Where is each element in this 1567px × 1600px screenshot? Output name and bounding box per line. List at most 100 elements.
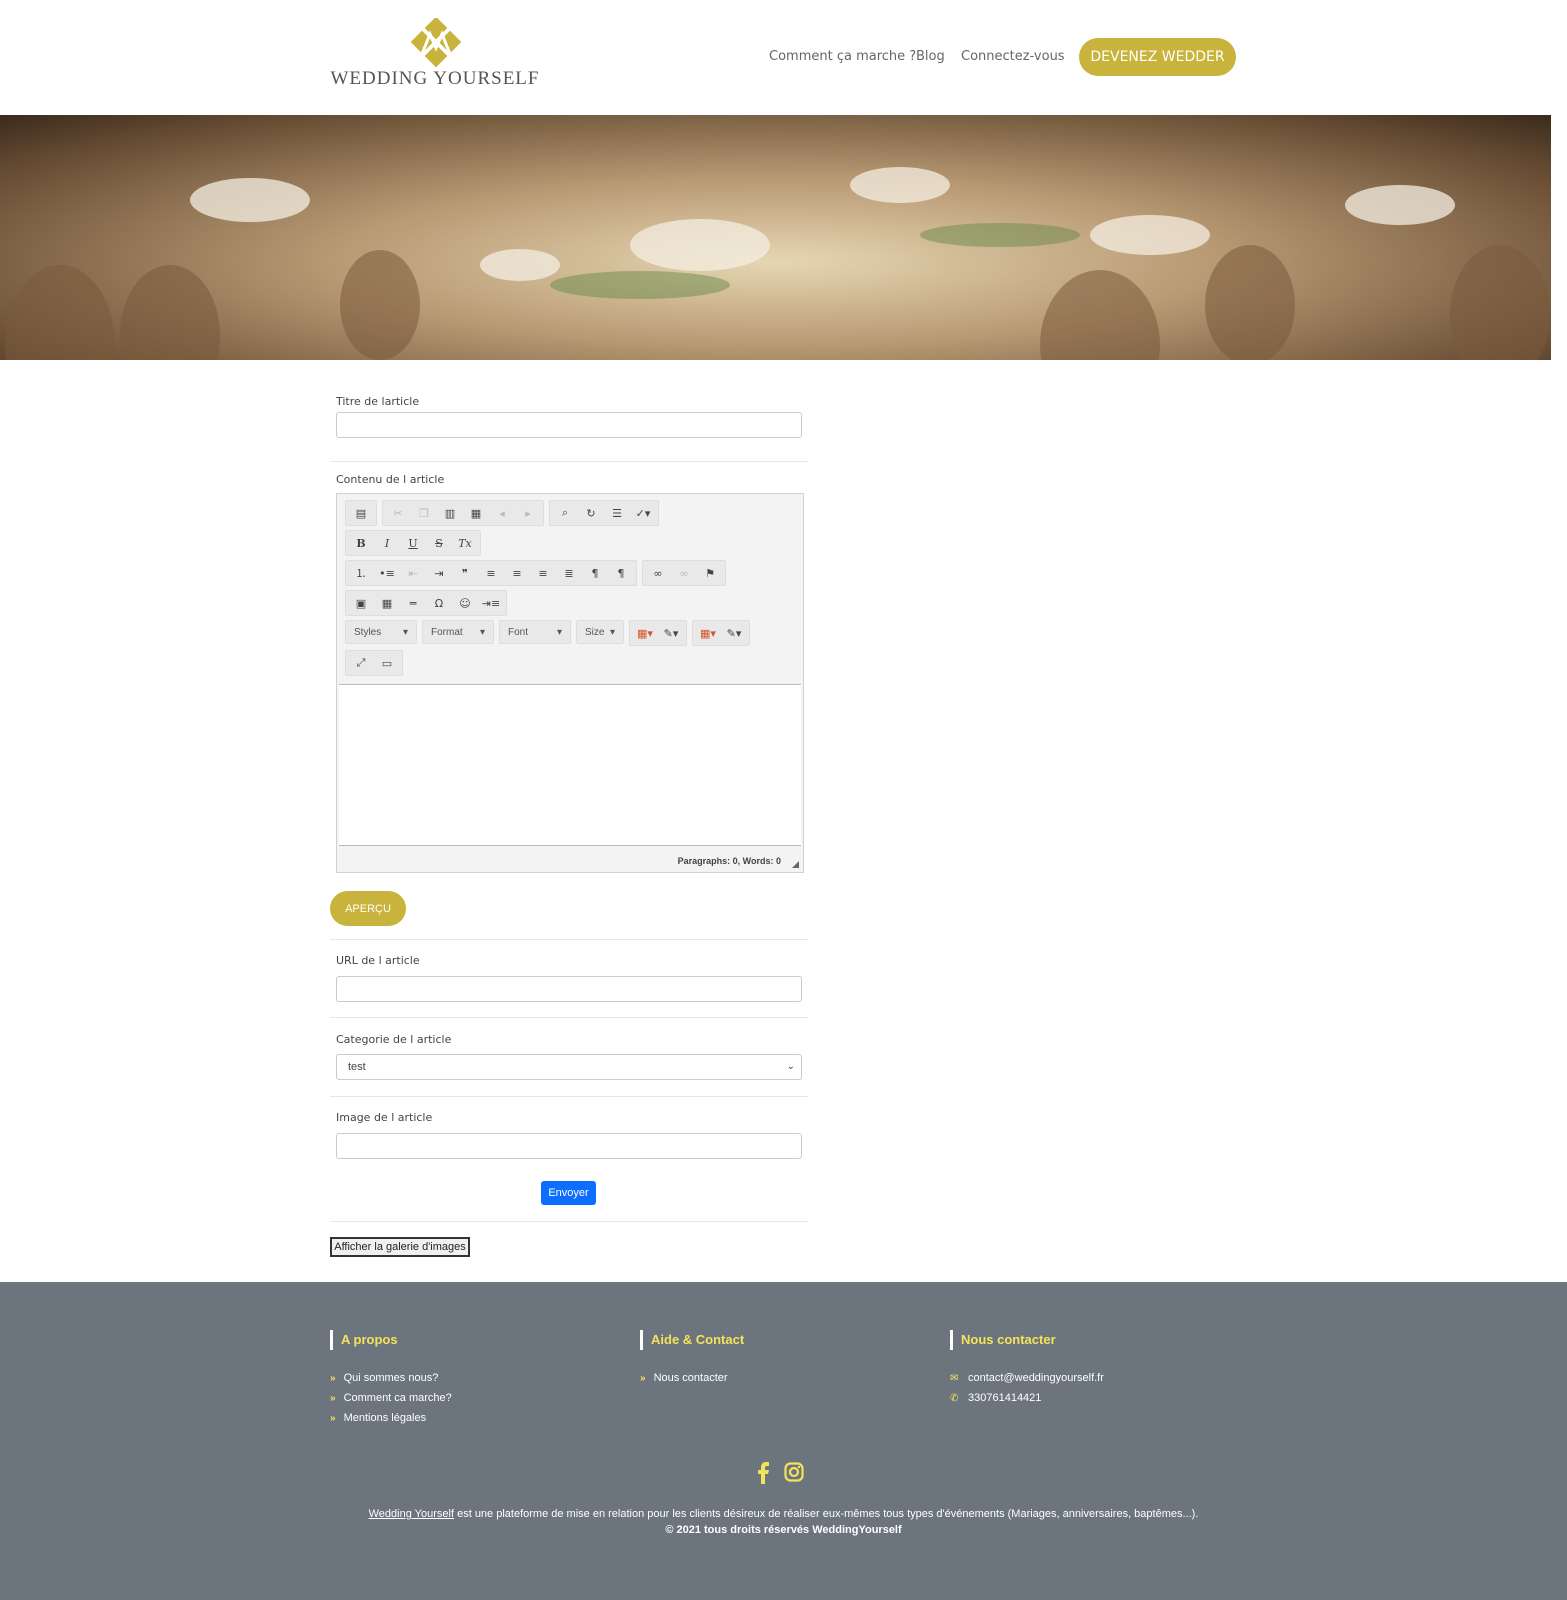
category-select[interactable]: test ⌄ bbox=[336, 1054, 802, 1080]
footer-link-how[interactable]: » Comment ca marche? bbox=[330, 1388, 452, 1408]
page-break-icon[interactable]: ⇥≡ bbox=[478, 592, 504, 614]
divider bbox=[330, 1221, 808, 1222]
footer-phone[interactable]: ✆ 330761414421 bbox=[950, 1388, 1104, 1408]
social-links bbox=[756, 1462, 804, 1484]
replace-icon[interactable]: ↻ bbox=[578, 502, 604, 524]
format-combo[interactable]: Format ▾ bbox=[422, 620, 494, 644]
url-input[interactable] bbox=[336, 976, 802, 1002]
category-select-value: test bbox=[348, 1061, 366, 1073]
bold-icon[interactable]: B bbox=[348, 532, 374, 554]
italic-icon[interactable]: I bbox=[374, 532, 400, 554]
source-icon[interactable]: ▤ bbox=[348, 502, 374, 524]
site-footer: A propos » Qui sommes nous? » Comment ca m… bbox=[0, 1282, 1567, 1600]
numbered-list-icon[interactable]: ⒈ bbox=[348, 562, 374, 584]
footer-link-label: Qui sommes nous? bbox=[343, 1372, 439, 1384]
footer-brand-link[interactable]: Wedding Yourself bbox=[369, 1508, 454, 1520]
image-label: Image de l article bbox=[336, 1111, 433, 1124]
footer-link-who[interactable]: » Qui sommes nous? bbox=[330, 1368, 452, 1388]
find-icon[interactable]: ⌕ bbox=[552, 502, 578, 524]
redo-icon[interactable]: ▸ bbox=[515, 502, 541, 524]
link-icon[interactable]: ∞ bbox=[645, 562, 671, 584]
chevron-right-icon: » bbox=[330, 1392, 336, 1404]
align-right-icon[interactable]: ≡ bbox=[530, 562, 556, 584]
justify-icon[interactable]: ≣ bbox=[556, 562, 582, 584]
show-gallery-button[interactable]: Afficher la galerie d'images bbox=[330, 1237, 470, 1257]
editor-content-area[interactable] bbox=[339, 684, 801, 846]
remove-format-icon[interactable]: Tx bbox=[452, 532, 478, 554]
caret-icon: ▾ bbox=[402, 627, 408, 638]
submit-button[interactable]: Envoyer bbox=[541, 1181, 596, 1205]
divider bbox=[330, 939, 808, 940]
email-icon: ✉ bbox=[950, 1372, 959, 1384]
outdent-icon[interactable]: ⇤ bbox=[400, 562, 426, 584]
size-combo[interactable]: Size ▾ bbox=[576, 620, 624, 644]
paste-text-icon[interactable]: ▦ bbox=[463, 502, 489, 524]
bulleted-list-icon[interactable]: •≡ bbox=[374, 562, 400, 584]
footer-email-text: contact@weddingyourself.fr bbox=[968, 1372, 1104, 1384]
cut-icon[interactable]: ✂ bbox=[385, 502, 411, 524]
facebook-icon[interactable] bbox=[756, 1462, 770, 1484]
unlink-icon[interactable]: ∞ bbox=[671, 562, 697, 584]
nav-how-it-works[interactable]: Comment ça marche ? bbox=[769, 49, 916, 64]
align-center-icon[interactable]: ≡ bbox=[504, 562, 530, 584]
title-label: Titre de larticle bbox=[336, 395, 420, 408]
select-all-icon[interactable]: ☰ bbox=[604, 502, 630, 524]
show-blocks-icon[interactable]: ▭ bbox=[374, 652, 400, 674]
underline-icon[interactable]: U bbox=[400, 532, 426, 554]
preview-button[interactable]: APERÇU bbox=[330, 891, 406, 926]
caret-icon: ▾ bbox=[479, 627, 485, 638]
footer-about-title: A propos bbox=[330, 1330, 452, 1350]
copyright: © 2021 tous droits réservés WeddingYours… bbox=[665, 1524, 902, 1536]
copy-icon[interactable]: ❐ bbox=[411, 502, 437, 524]
become-wedder-button[interactable]: DEVENEZ WEDDER bbox=[1079, 38, 1236, 76]
ltr-icon[interactable]: ¶ bbox=[582, 562, 608, 584]
footer-help: Aide & Contact » Nous contacter bbox=[640, 1330, 744, 1388]
url-label: URL de l article bbox=[336, 954, 420, 967]
spellcheck-icon[interactable]: ✓▾ bbox=[630, 502, 656, 524]
title-input[interactable] bbox=[336, 412, 802, 438]
undo-icon[interactable]: ◂ bbox=[489, 502, 515, 524]
bg-color-brush-icon[interactable]: ✎▾ bbox=[721, 622, 747, 644]
maximize-icon[interactable]: ⤢ bbox=[348, 652, 374, 674]
image-input[interactable] bbox=[336, 1133, 802, 1159]
logo-mark-icon bbox=[410, 18, 462, 68]
chevron-right-icon: » bbox=[330, 1412, 336, 1424]
category-label: Categorie de l article bbox=[336, 1033, 452, 1046]
font-combo-label: Font bbox=[508, 627, 529, 638]
font-combo[interactable]: Font ▾ bbox=[499, 620, 571, 644]
footer-link-label: Nous contacter bbox=[653, 1372, 728, 1384]
text-color-icon[interactable]: ▦▾ bbox=[632, 622, 658, 644]
instagram-icon[interactable] bbox=[784, 1462, 804, 1482]
styles-combo[interactable]: Styles ▾ bbox=[345, 620, 417, 644]
special-char-icon[interactable]: Ω bbox=[426, 592, 452, 614]
divider bbox=[330, 1096, 808, 1097]
footer-desc-text: est une plateforme de mise en relation p… bbox=[454, 1508, 1199, 1520]
image-icon[interactable]: ▣ bbox=[348, 592, 374, 614]
footer-about: A propos » Qui sommes nous? » Comment ca m… bbox=[330, 1330, 452, 1428]
resize-handle-icon[interactable] bbox=[792, 861, 799, 868]
chevron-right-icon: » bbox=[330, 1372, 336, 1384]
table-icon[interactable]: ▦ bbox=[374, 592, 400, 614]
horizontal-line-icon[interactable]: ═ bbox=[400, 592, 426, 614]
footer-link-legal[interactable]: » Mentions légales bbox=[330, 1408, 452, 1428]
styles-combo-label: Styles bbox=[354, 627, 382, 638]
smiley-icon[interactable]: ☺ bbox=[452, 592, 478, 614]
footer-description: Wedding Yourself est une plateforme de m… bbox=[0, 1506, 1567, 1538]
footer-email[interactable]: ✉ contact@weddingyourself.fr bbox=[950, 1368, 1104, 1388]
bg-color-icon[interactable]: ▦▾ bbox=[695, 622, 721, 644]
indent-icon[interactable]: ⇥ bbox=[426, 562, 452, 584]
rtl-icon[interactable]: ¶ bbox=[608, 562, 634, 584]
strike-icon[interactable]: S bbox=[426, 532, 452, 554]
logo[interactable]: WEDDING YOURSELF bbox=[330, 18, 540, 90]
chevron-down-icon: ⌄ bbox=[786, 1061, 795, 1072]
align-left-icon[interactable]: ≡ bbox=[478, 562, 504, 584]
footer-link-contact[interactable]: » Nous contacter bbox=[640, 1368, 744, 1388]
phone-icon: ✆ bbox=[950, 1392, 959, 1404]
paste-icon[interactable]: ▥ bbox=[437, 502, 463, 524]
content-label: Contenu de l article bbox=[336, 473, 445, 486]
nav-login[interactable]: Connectez-vous bbox=[961, 49, 1065, 64]
text-color-brush-icon[interactable]: ✎▾ bbox=[658, 622, 684, 644]
blockquote-icon[interactable]: ❞ bbox=[452, 562, 478, 584]
nav-blog[interactable]: Blog bbox=[916, 49, 945, 64]
anchor-icon[interactable]: ⚑ bbox=[697, 562, 723, 584]
